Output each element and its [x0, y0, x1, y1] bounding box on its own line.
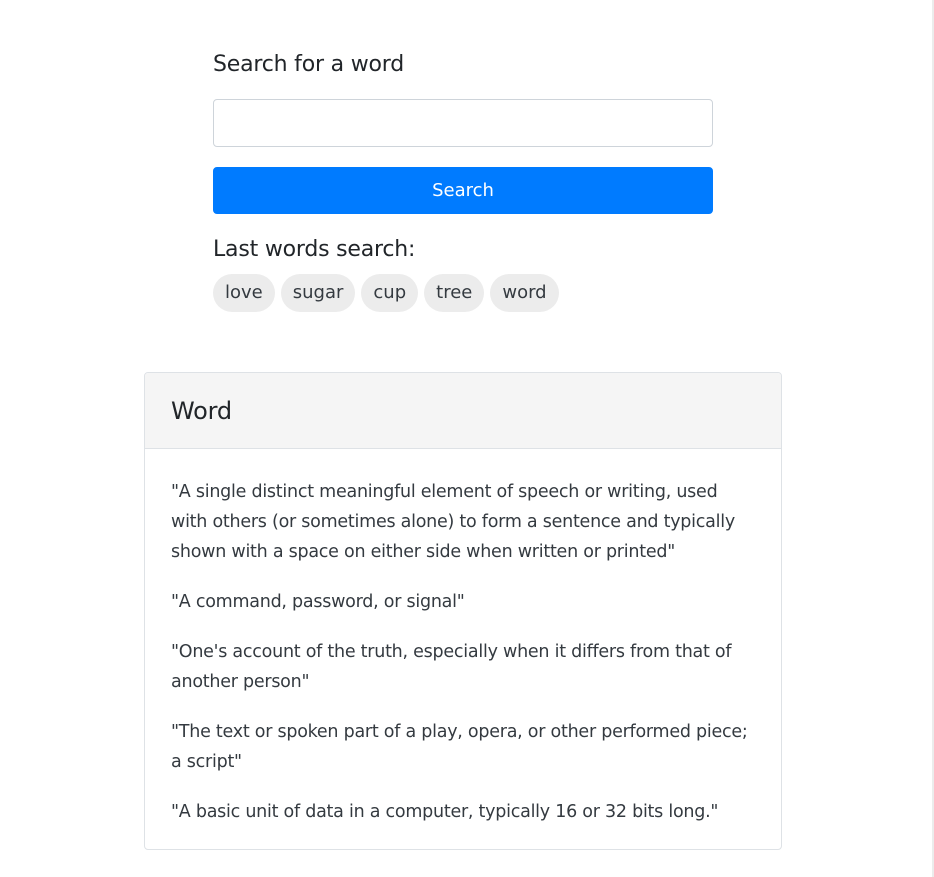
definition-item: "One's account of the truth, especially … [171, 642, 732, 692]
definition-item: "The text or spoken part of a play, oper… [171, 722, 748, 772]
last-searches-heading: Last words search: [213, 237, 416, 262]
history-tag-cup[interactable]: cup [361, 274, 419, 312]
search-input[interactable] [213, 99, 713, 147]
word-title: Word [171, 396, 232, 425]
page: Search for a word Search Last words sear… [0, 0, 934, 877]
definition-card-body: "A single distinct meaningful element of… [145, 449, 781, 827]
definition-item: "A single distinct meaningful element of… [171, 482, 735, 562]
definition-card-header: Word [145, 373, 781, 449]
definition-item: "A basic unit of data in a computer, typ… [171, 802, 719, 822]
history-tag-word[interactable]: word [490, 274, 559, 312]
search-heading: Search for a word [213, 52, 404, 77]
last-searches-list: love sugar cup tree word [213, 274, 713, 312]
definition-item: "A command, password, or signal" [171, 592, 465, 612]
history-tag-sugar[interactable]: sugar [280, 274, 356, 312]
history-tag-tree[interactable]: tree [424, 274, 485, 312]
search-section: Search for a word Search Last words sear… [213, 50, 713, 312]
definition-card: Word "A single distinct meaningful eleme… [144, 372, 782, 850]
history-tag-love[interactable]: love [213, 274, 275, 312]
search-button[interactable]: Search [213, 167, 713, 214]
